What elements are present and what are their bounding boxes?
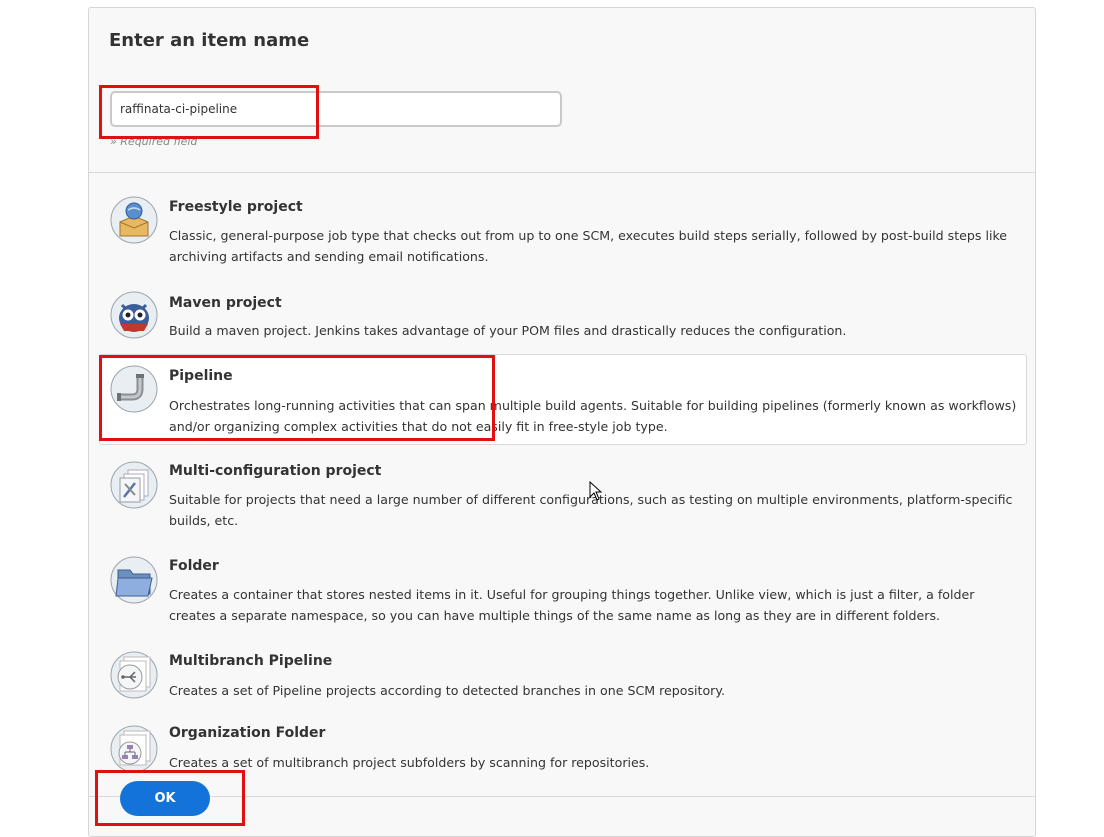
item-description: Build a maven project. Jenkins takes adv… (169, 323, 847, 338)
item-name-input[interactable] (110, 91, 562, 127)
footer-divider (89, 796, 1035, 797)
item-name-section: Enter an item name » Required field (89, 8, 1035, 173)
item-title: Freestyle project (169, 199, 303, 215)
item-title: Multi-configuration project (169, 463, 382, 479)
multibranch-icon (110, 651, 158, 699)
maven-owl-icon (110, 291, 158, 339)
organization-folder-icon (110, 725, 158, 773)
item-type-multibranch-pipeline[interactable]: Multibranch Pipeline Creates a set of Pi… (99, 646, 1027, 706)
item-description: Orchestrates long-running activities tha… (169, 398, 1017, 434)
item-type-multi-configuration[interactable]: Multi-configuration project Suitable for… (99, 456, 1027, 536)
item-type-maven[interactable]: Maven project Build a maven project. Jen… (99, 288, 1027, 346)
page-title: Enter an item name (109, 30, 310, 51)
new-item-panel: Enter an item name » Required field Free… (88, 7, 1036, 837)
pipe-icon (110, 365, 158, 413)
multi-config-icon (110, 461, 158, 509)
mouse-cursor-icon (589, 481, 603, 501)
item-title: Folder (169, 558, 219, 574)
folder-icon (110, 556, 158, 604)
ok-button[interactable]: OK (120, 781, 210, 816)
freestyle-icon (110, 196, 158, 244)
item-type-folder[interactable]: Folder Creates a container that stores n… (99, 551, 1027, 631)
item-description: Creates a set of Pipeline projects accor… (169, 683, 726, 698)
item-title: Pipeline (169, 368, 233, 384)
item-title: Multibranch Pipeline (169, 653, 333, 669)
item-type-organization-folder[interactable]: Organization Folder Creates a set of mul… (99, 720, 1027, 780)
item-title: Maven project (169, 295, 282, 311)
item-description: Classic, general-purpose job type that c… (169, 228, 1008, 264)
item-description: Creates a container that stores nested i… (169, 587, 975, 623)
required-field-note: » Required field (110, 135, 198, 148)
item-description: Creates a set of multibranch project sub… (169, 755, 650, 770)
item-title: Organization Folder (169, 725, 326, 741)
item-type-pipeline[interactable]: Pipeline Orchestrates long-running activ… (99, 354, 1027, 445)
item-type-freestyle[interactable]: Freestyle project Classic, general-purpo… (99, 192, 1027, 272)
